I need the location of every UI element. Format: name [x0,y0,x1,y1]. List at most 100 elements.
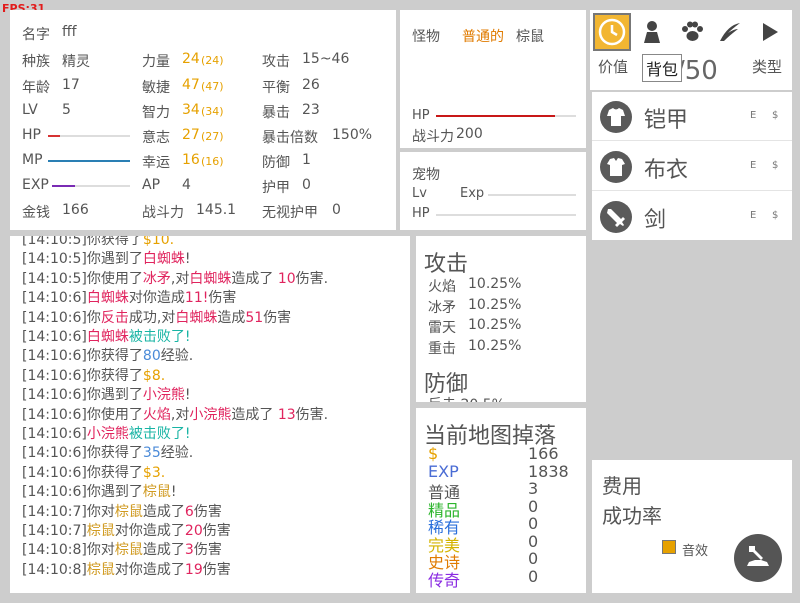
drop-value: 0 [528,514,539,533]
ignore-armor-label: 无视护甲 [262,205,318,221]
log-segment: 白蜘蛛 [189,270,232,287]
play-icon [763,23,778,41]
monster-power-label: 战斗力 [412,129,454,145]
log-segment: 冰矛 [142,270,171,287]
atk-label: 攻击 [262,54,290,70]
log-segment: 白蜘蛛 [175,309,218,326]
equipment-row-sword[interactable]: 剑 E $ [592,194,792,240]
sell-button[interactable]: $ [772,160,778,171]
age-value: 17 [62,77,80,93]
clock-tab[interactable] [593,13,631,51]
log-line: [14:10:5]你获得了$10. [22,236,174,249]
log-segment: 棕鼠 [114,503,143,520]
skill-rate: 10.25% [468,337,522,354]
equip-button[interactable]: E [750,160,756,171]
armor-icon [600,101,632,133]
pet-exp-bar [488,194,576,196]
skill-name: 冰矛 [428,299,456,316]
equipment-name: 铠甲 [644,108,689,133]
log-segment: 棕鼠 [142,484,171,501]
exp-bar [52,185,130,187]
sound-label: 音效 [682,544,709,559]
will-base: (27) [201,130,224,143]
log-segment: [14:10:8]你对 [22,542,115,559]
log-segment: $3. [142,464,166,481]
person-icon [644,21,660,43]
log-segment: [14:10:6]你遇到了 [22,484,143,501]
exp-label: EXP [22,177,49,193]
hp-label: HP [22,127,41,143]
clock-icon [598,18,626,46]
equip-button[interactable]: E [750,210,756,221]
drop-value: 0 [528,531,539,551]
log-segment: 造成了 [142,503,185,520]
log-line: [14:10:6]你使用了火焰,对小浣熊造成了 13伤害. [22,404,328,424]
equip-button[interactable]: E [750,110,756,121]
battle-log[interactable]: [14:10:5]你获得了$10. [14:10:5]你遇到了白蜘蛛! [14:10… [10,236,410,593]
log-segment: 对你造成 [128,290,185,307]
forge-button[interactable] [734,534,782,582]
gold-value: 166 [62,202,89,218]
play-tab[interactable] [756,18,784,46]
sell-button[interactable]: $ [772,110,778,121]
character-tab[interactable] [638,18,666,46]
log-line: [14:10:6]你获得了35经验. [22,442,193,462]
log-segment: 棕鼠 [86,523,115,539]
equipment-row-armor[interactable]: 铠甲 E $ [592,94,792,141]
log-segment: 反击 [100,309,129,326]
mp-bar [48,160,130,162]
log-segment: 造成了 [231,406,278,423]
int-label: 智力 [142,105,170,121]
log-segment: [14:10:7] [22,523,87,539]
bag-tab[interactable]: 背包 [642,54,683,82]
pet-label: 宠物 [412,167,440,183]
log-segment: 白蜘蛛 [142,251,185,268]
crit-value: 23 [302,102,320,118]
equipment-row-cloth[interactable]: 布衣 E $ [592,144,792,191]
monster-name: 棕鼠 [516,29,544,45]
skill-name: 雷天 [428,320,456,336]
log-segment: 被击败了! [128,426,191,442]
race-value: 精灵 [62,54,90,70]
pet-hp-bar [436,214,576,216]
monster-quality: 普通的 [462,29,504,45]
pet-exp-label: Exp [460,186,485,201]
log-segment: [14:10:6] [22,426,87,442]
drop-value: 0 [528,496,539,516]
will-label: 意志 [142,130,170,146]
log-segment: 火焰 [142,406,171,423]
luck-value: 16 [182,152,200,168]
name-label: 名字 [22,27,50,43]
log-segment: 被击败了! [128,329,191,345]
log-segment: 小浣熊 [86,426,129,442]
skill-rate: 10.25% [468,317,522,333]
agi-label: 敏捷 [142,80,170,96]
log-segment: 80 [142,348,161,365]
log-line: [14:10:8]棕鼠对你造成了19伤害 [22,559,231,579]
log-segment: [14:10:6]你获得了 [22,348,143,365]
monster-panel: 怪物 普通的 棕鼠 HP 战斗力 200 [400,10,586,148]
defense-row: 反击 20.5% [428,394,505,402]
skill-rate: 10.25% [468,276,522,292]
pet-hp-label: HP [412,206,430,221]
top-tabs-panel: 价值 /50 背包 类型 [590,10,792,90]
agi-base: (47) [201,80,224,93]
map-drops-panel: 当前地图掉落 $166 EXP 1838 普通 3 精品 0 稀有 0 完美 0 史诗 0 传奇 0 [416,408,586,593]
skill-name: 重击 [428,340,456,357]
sound-checkbox[interactable] [662,540,676,554]
skill-rates-panel[interactable]: 攻击 火焰10.25%冰矛10.25%雷天10.25%重击10.25% 防御 反… [416,236,586,402]
cloth-icon [600,151,632,183]
skill-tab[interactable] [716,18,744,46]
skill-rate: 10.25% [468,296,522,313]
log-segment: [14:10:6]你获得了 [22,464,143,481]
sell-button[interactable]: $ [772,210,778,221]
log-line: [14:10:6]小浣熊被击败了! [22,423,191,443]
monster-hp-bar [436,115,576,117]
log-segment: 伤害. [295,406,329,423]
log-line: [14:10:7]棕鼠对你造成了20伤害 [22,520,231,540]
pet-tab[interactable] [678,18,706,46]
cost-label: 费用 [602,474,642,498]
drop-value: 3 [528,479,539,498]
ap-label: AP [142,177,161,193]
log-segment: 小浣熊 [189,406,232,423]
